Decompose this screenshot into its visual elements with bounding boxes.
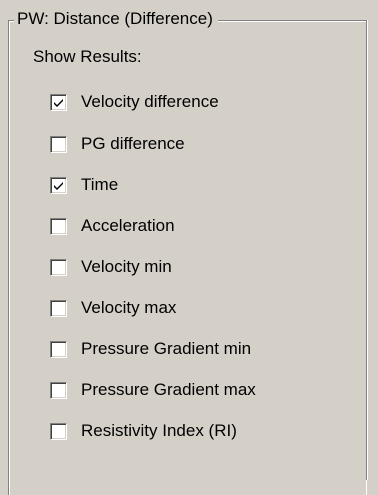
option-resistivity-index[interactable]: Resistivity Index (RI) [50,420,237,442]
checkbox[interactable] [50,258,67,276]
checkmark-icon [54,98,63,107]
checkbox[interactable] [50,422,67,440]
checkbox[interactable] [50,217,67,235]
option-label: Pressure Gradient max [81,380,256,399]
option-velocity-min[interactable]: Velocity min [50,256,172,278]
option-label: Time [81,175,119,194]
option-pg-difference[interactable]: PG difference [50,133,185,155]
option-pressure-gradient-min[interactable]: Pressure Gradient min [50,338,251,360]
checkbox[interactable] [50,176,67,194]
option-acceleration[interactable]: Acceleration [50,215,175,237]
checkbox[interactable] [50,381,67,399]
option-label: Velocity difference [81,92,219,111]
checkbox[interactable] [50,299,67,317]
option-label: PG difference [81,134,185,153]
option-label: Acceleration [81,216,175,235]
show-results-label: Show Results: [33,47,142,66]
checkbox[interactable] [50,135,67,153]
option-label: Resistivity Index (RI) [81,421,237,440]
option-label: Velocity min [81,257,172,276]
option-label: Velocity max [81,298,177,317]
option-label: Pressure Gradient min [81,339,252,358]
option-velocity-max[interactable]: Velocity max [50,297,176,319]
checkbox[interactable] [50,340,67,358]
group-box-right-highlight [367,20,368,480]
option-pressure-gradient-max[interactable]: Pressure Gradient max [50,379,256,401]
checkmark-icon [54,181,63,190]
option-time[interactable]: Time [50,174,118,196]
option-velocity-difference[interactable]: Velocity difference [50,91,219,113]
checkbox[interactable] [50,93,67,111]
group-box-title: PW: Distance (Difference) [14,8,218,30]
